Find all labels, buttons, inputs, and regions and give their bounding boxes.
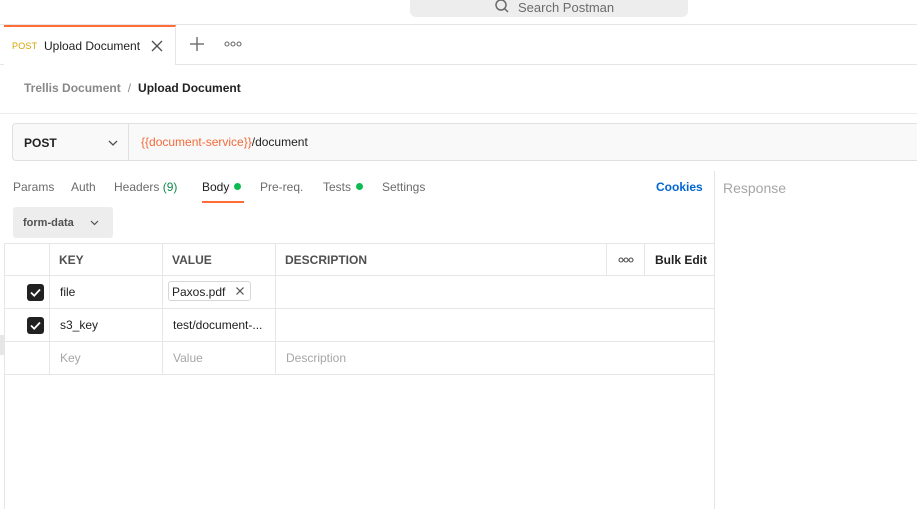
- breadcrumb-collection[interactable]: Trellis Document: [24, 81, 121, 95]
- tab-prereq[interactable]: Pre-req.: [260, 180, 303, 194]
- body-type-dropdown[interactable]: form-data: [13, 207, 113, 238]
- value-cell[interactable]: Paxos.pdf: [162, 276, 275, 308]
- url-input[interactable]: {{document-service}}/document: [141, 135, 308, 149]
- close-tab-icon[interactable]: [150, 39, 164, 53]
- search-placeholder: Search Postman: [518, 0, 615, 15]
- remove-file-icon[interactable]: [235, 286, 245, 296]
- tab-tests[interactable]: Tests: [323, 180, 364, 194]
- table-header-row: KEY VALUE DESCRIPTION Bulk Edit: [5, 243, 714, 276]
- tab-headers-label: Headers: [114, 180, 160, 194]
- key-cell[interactable]: file: [49, 276, 162, 308]
- response-panel-divider[interactable]: [714, 171, 715, 509]
- key-text: file: [60, 285, 76, 299]
- url-path: /document: [251, 135, 308, 149]
- description-cell[interactable]: Description: [275, 342, 714, 374]
- header-divider: [0, 113, 917, 114]
- check-icon: [30, 321, 41, 330]
- header-value: VALUE: [172, 253, 212, 267]
- tab-bar: POST Upload Document: [0, 25, 917, 65]
- tab-tests-label: Tests: [323, 180, 352, 194]
- row-enabled-checkbox[interactable]: [27, 284, 44, 301]
- row-checkbox-cell: [5, 342, 49, 374]
- search-box[interactable]: Search Postman: [410, 0, 688, 17]
- bulk-edit-button[interactable]: Bulk Edit: [644, 244, 714, 276]
- key-cell[interactable]: s3_key: [49, 309, 162, 341]
- active-tab-underline: [202, 201, 244, 203]
- file-name: Paxos.pdf: [172, 285, 226, 299]
- method-select[interactable]: POST: [13, 124, 129, 160]
- new-tab-plus-icon[interactable]: [188, 35, 206, 53]
- chevron-down-icon: [108, 140, 118, 146]
- description-placeholder: Description: [286, 351, 347, 365]
- key-placeholder: Key: [60, 351, 81, 365]
- cookies-link[interactable]: Cookies: [656, 180, 703, 194]
- more-tabs-icon[interactable]: [224, 37, 242, 51]
- row-checkbox-cell: [5, 309, 49, 341]
- tab-settings[interactable]: Settings: [382, 180, 425, 194]
- breadcrumb: Trellis Document / Upload Document: [24, 81, 241, 95]
- table-row: s3_key test/document-...: [5, 309, 714, 342]
- tab-method-label: POST: [12, 41, 38, 51]
- body-type-label: form-data: [23, 217, 74, 229]
- bulk-edit-label: Bulk Edit: [655, 253, 708, 267]
- url-bar: POST {{document-service}}/document: [12, 123, 917, 161]
- header-description: DESCRIPTION: [285, 253, 368, 267]
- key-text: s3_key: [60, 318, 99, 332]
- table-options-button[interactable]: [606, 244, 644, 276]
- body-status-dot: [234, 183, 242, 190]
- tests-status-dot: [356, 183, 364, 190]
- breadcrumb-separator: /: [127, 81, 132, 95]
- breadcrumb-request-name[interactable]: Upload Document: [138, 81, 241, 95]
- tab-auth[interactable]: Auth: [71, 180, 96, 194]
- tab-title: Upload Document: [44, 39, 141, 53]
- chevron-down-icon: [90, 220, 99, 226]
- row-checkbox-cell: [5, 276, 49, 308]
- table-row: file Paxos.pdf: [5, 276, 714, 309]
- method-select-label: POST: [24, 136, 57, 150]
- key-cell[interactable]: Key: [49, 342, 162, 374]
- file-chip[interactable]: Paxos.pdf: [168, 281, 251, 301]
- header-value-cell: VALUE: [162, 244, 275, 276]
- header-checkbox-cell: [5, 244, 49, 276]
- response-title: Response: [723, 180, 787, 196]
- row-enabled-checkbox[interactable]: [27, 317, 44, 334]
- sidebar-resize-handle[interactable]: [0, 335, 4, 355]
- value-placeholder: Value: [173, 351, 203, 365]
- request-subtabs: Params Auth Headers (9) Body Pre-req. Te…: [0, 171, 714, 205]
- request-tab[interactable]: POST Upload Document: [4, 25, 176, 65]
- table-row-new: Key Value Description: [5, 342, 714, 375]
- value-text: test/document-...: [173, 318, 263, 332]
- description-cell[interactable]: [275, 276, 714, 308]
- more-options-icon: [618, 257, 634, 263]
- postman-window: Search Postman POST Upload Document Trel…: [0, 0, 917, 509]
- tab-body-label: Body: [202, 180, 230, 194]
- tab-body[interactable]: Body: [202, 180, 242, 194]
- description-cell[interactable]: [275, 309, 714, 341]
- check-icon: [30, 288, 41, 297]
- value-cell[interactable]: test/document-...: [162, 309, 275, 341]
- header-key: KEY: [59, 253, 84, 267]
- headers-count: (9): [162, 180, 178, 194]
- top-bar: Search Postman: [0, 0, 917, 25]
- url-variable: {{document-service}}: [141, 135, 252, 149]
- search-icon: [495, 0, 509, 13]
- header-key-cell: KEY: [49, 244, 162, 276]
- tab-headers[interactable]: Headers (9): [114, 180, 177, 194]
- tab-params[interactable]: Params: [13, 180, 54, 194]
- value-cell[interactable]: Value: [162, 342, 275, 374]
